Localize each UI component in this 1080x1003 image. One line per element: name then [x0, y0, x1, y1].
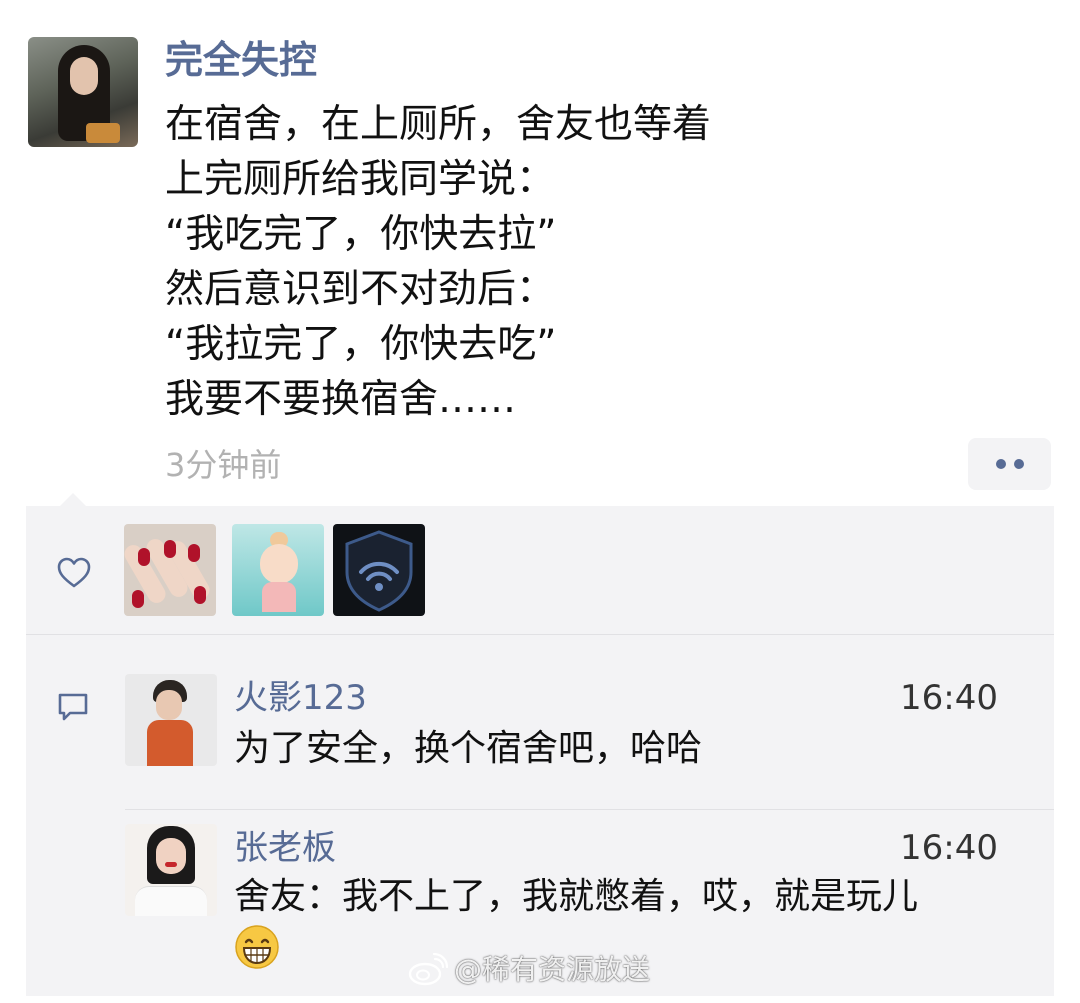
commenter-avatar[interactable] [125, 824, 217, 916]
watermark-text: @稀有资源放送 [454, 953, 651, 986]
post-text-line: “我拉完了，你快去吃” [165, 322, 557, 367]
weibo-logo-icon [408, 953, 448, 986]
post-text-line: 上完厕所给我同学说： [165, 157, 556, 202]
commenter-name[interactable]: 火影123 [234, 676, 367, 720]
post-timestamp: 3分钟前 [165, 446, 282, 484]
liker-avatar[interactable] [124, 524, 216, 616]
comment-bubble-icon [58, 693, 88, 721]
commenter-avatar[interactable] [125, 674, 217, 766]
panel-pointer [60, 493, 86, 506]
comment-text: 舍友：我不上了，我就憋着，哎，就是玩儿 [234, 876, 919, 917]
post-text-line: 我要不要换宿舍…… [165, 377, 517, 422]
post-body: 在宿舍，在上厕所，舍友也等着 上完厕所给我同学说： “我吃完了，你快去拉” 然后… [165, 97, 1045, 427]
grinning-face-emoji-icon [235, 925, 279, 969]
shield-wifi-icon [345, 530, 413, 612]
commenter-name[interactable]: 张老板 [234, 826, 336, 870]
post-text-line: “我吃完了，你快去拉” [165, 212, 557, 257]
post-text-line: 在宿舍，在上厕所，舍友也等着 [165, 102, 712, 147]
more-dot-icon [995, 459, 1006, 469]
post-author-avatar[interactable] [28, 37, 138, 147]
divider [26, 634, 1054, 635]
watermark: @稀有资源放送 [408, 950, 650, 990]
divider [125, 809, 1054, 810]
liker-avatar[interactable] [333, 524, 425, 616]
post-author-name[interactable]: 完全失控 [165, 36, 317, 84]
post-text-line: 然后意识到不对劲后： [165, 267, 556, 312]
likes-comments-panel: 火影123 16:40 为了安全，换个宿舍吧，哈哈 张老板 16:40 舍友：我… [26, 493, 1054, 996]
liker-avatar[interactable] [232, 524, 324, 616]
more-actions-button[interactable] [968, 438, 1051, 490]
heart-outline-icon [57, 557, 91, 588]
more-dot-icon [1013, 459, 1024, 469]
comment-time: 16:40 [900, 678, 998, 718]
comment-time: 16:40 [900, 828, 998, 868]
comment-text: 为了安全，换个宿舍吧，哈哈 [234, 728, 703, 769]
